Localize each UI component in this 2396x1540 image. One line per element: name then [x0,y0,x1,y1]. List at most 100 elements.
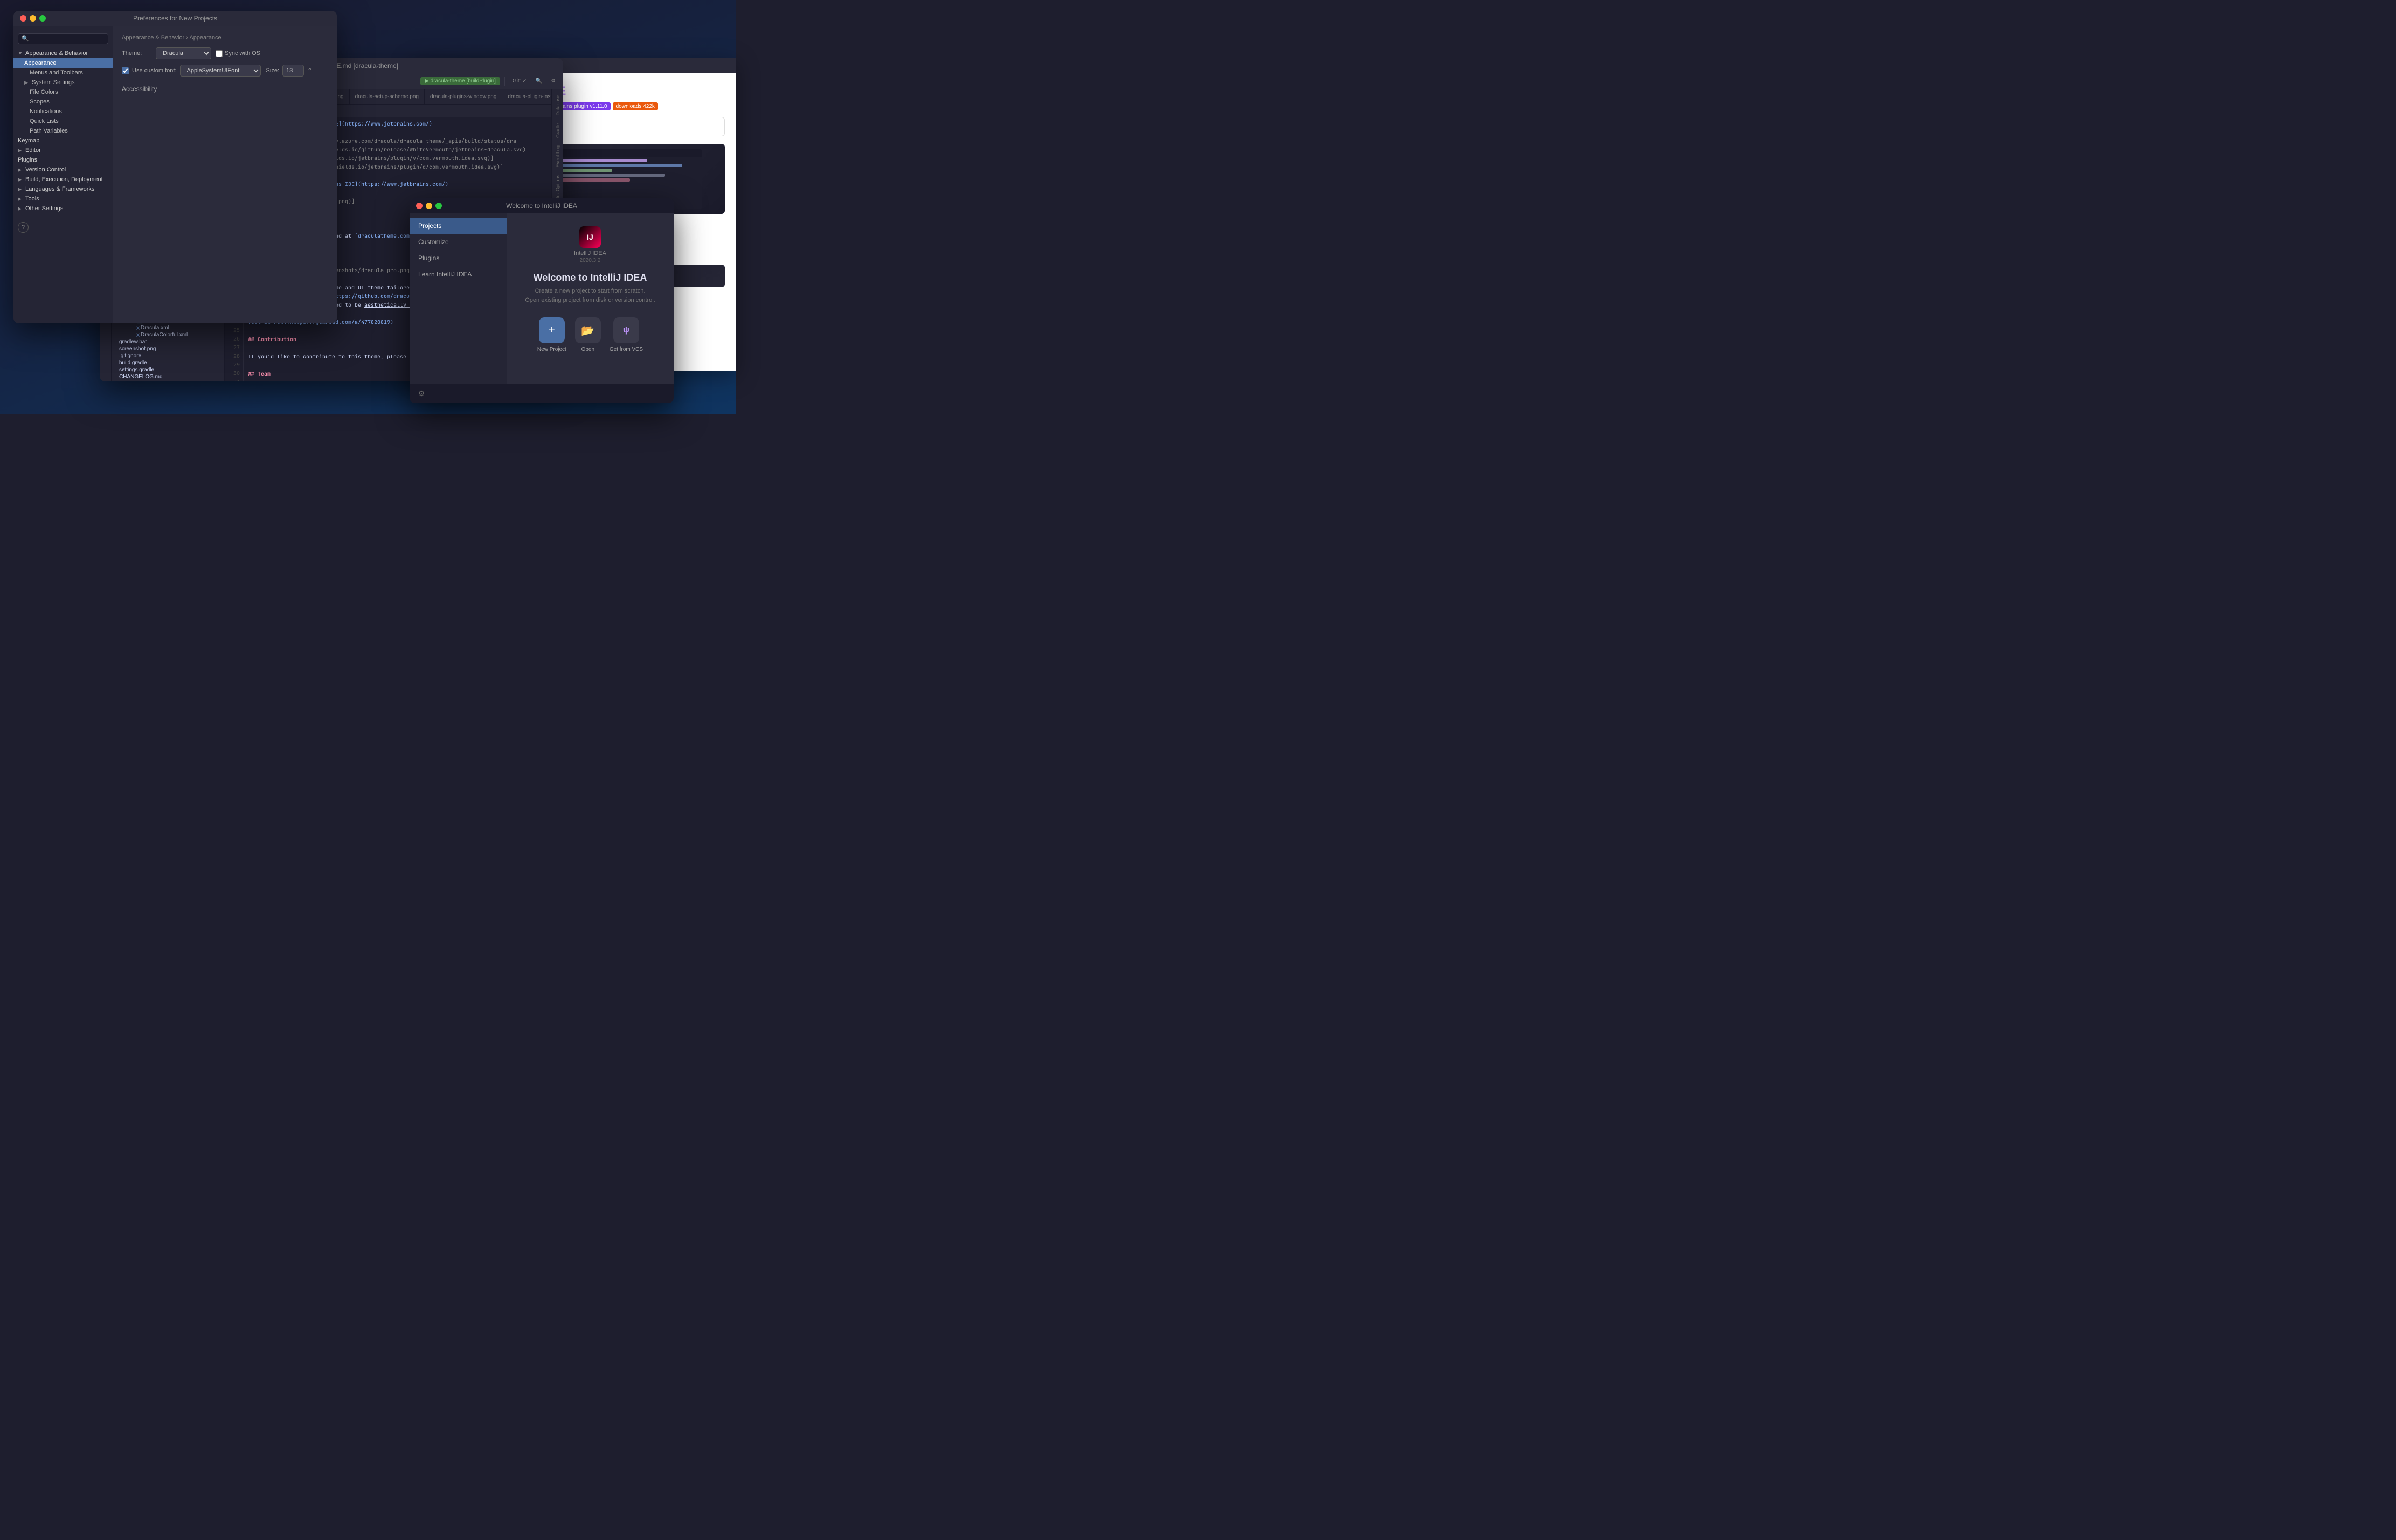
welcome-close[interactable] [416,203,423,209]
tree-gradlew-bat[interactable]: gradlew.bat [112,338,224,345]
sidebar-item-notifications[interactable]: Notifications [13,107,113,116]
help-button[interactable]: ? [18,222,29,233]
sidebar-item-plugins[interactable]: Plugins [13,155,113,165]
tree-changelog[interactable]: CHANGELOG.md [112,373,224,380]
sidebar-item-label: Customize [418,238,449,246]
run-button[interactable]: ▶ dracula-theme [buildPlugin] [420,77,500,85]
font-select[interactable]: AppleSystemUIFont [180,65,261,77]
sidebar-item-other-settings[interactable]: ▶ Other Settings [13,204,113,213]
chevron-icon: ▶ [18,206,23,211]
sidebar-item-label: Appearance [24,60,56,66]
logo-text: IJ [587,233,593,241]
sidebar-item-label: Editor [25,147,41,154]
welcome-sidebar-projects[interactable]: Projects [410,218,507,234]
toolbar-search-btn[interactable]: 🔍 [532,77,545,85]
tree-label: screenshot.png [119,346,156,352]
welcome-app-version: 2020.3.2 [580,258,601,263]
sidebar-item-keymap[interactable]: Keymap [13,136,113,145]
sidebar-item-file-colors[interactable]: File Colors [13,87,113,97]
tree-settings-gradle[interactable]: settings.gradle [112,366,224,373]
chevron-down-icon: ▼ [18,51,23,56]
welcome-main-subtitle: Create a new project to start from scrat… [525,287,655,304]
tree-contributing[interactable]: CONTRIBUTING.md [112,380,224,381]
welcome-titlebar: Welcome to IntelliJ IDEA [410,198,674,213]
sidebar-item-path-variables[interactable]: Path Variables [13,126,113,136]
sidebar-item-build-execution[interactable]: ▶ Build, Execution, Deployment [13,175,113,184]
maximize-button[interactable] [39,15,46,22]
font-size-input[interactable] [282,65,304,77]
welcome-maximize[interactable] [435,203,442,209]
chevron-icon: ▶ [24,80,30,85]
new-project-action[interactable]: + New Project [537,317,566,352]
tree-gitignore[interactable]: .gitignore [112,352,224,359]
traffic-lights [20,15,46,22]
close-button[interactable] [20,15,26,22]
sidebar-item-quick-lists[interactable]: Quick Lists [13,116,113,126]
tree-label: build.gradle [119,360,147,366]
tree-label: Dracula.xml [141,325,169,331]
sidebar-item-languages[interactable]: ▶ Languages & Frameworks [13,184,113,194]
welcome-minimize[interactable] [426,203,432,209]
prefs-content: Appearance & Behavior › Appearance Theme… [113,26,337,323]
vcs-download-icon: ψ [623,325,629,335]
sync-os-label: Sync with OS [216,50,260,57]
welcome-sidebar-plugins[interactable]: Plugins [410,250,507,266]
welcome-sidebar-learn[interactable]: Learn IntelliJ IDEA [410,266,507,282]
toolbar-settings-btn[interactable]: ⚙ [548,77,559,85]
sidebar-item-scopes[interactable]: Scopes [13,97,113,107]
welcome-sidebar-customize[interactable]: Customize [410,234,507,250]
theme-row: Theme: Dracula IntelliJ Light High contr… [122,47,328,59]
event-log-tab[interactable]: Event Log [554,142,562,171]
xml-icon: X [136,325,140,331]
gradle-tab[interactable]: Gradle [554,120,562,141]
git-label[interactable]: Git: ✓ [509,77,530,85]
welcome-traffic-lights [416,203,442,209]
prefs-body: ▼ Appearance & Behavior Appearance Menus… [13,26,337,323]
tree-screenshot[interactable]: screenshot.png [112,345,224,352]
sync-os-text: Sync with OS [225,50,260,57]
chevron-icon: ▶ [18,167,23,172]
tab-label: dracula-plugin-install.png [508,94,551,100]
tab-label: dracula-plugins-window.png [430,94,496,100]
sidebar-item-label: Learn IntelliJ IDEA [418,270,472,278]
sidebar-group-appearance-behavior[interactable]: ▼ Appearance & Behavior [13,48,113,58]
custom-font-checkbox[interactable] [122,67,129,74]
sidebar-item-label: Menus and Toolbars [30,70,83,76]
sidebar-item-tools[interactable]: ▶ Tools [13,194,113,204]
tab-plugins[interactable]: dracula-plugins-window.png [425,89,502,105]
welcome-window: Welcome to IntelliJ IDEA Projects Custom… [410,198,674,403]
theme-label: Theme: [122,50,151,57]
sync-os-checkbox[interactable] [216,50,223,57]
tab-label: dracula-setup-scheme.png [355,94,419,100]
tree-label: CHANGELOG.md [119,374,163,380]
theme-select[interactable]: Dracula IntelliJ Light High contrast [156,47,211,59]
breadcrumb: Appearance & Behavior › Appearance [122,34,328,41]
prefs-search-input[interactable] [18,33,108,44]
tab-setup-scheme[interactable]: dracula-setup-scheme.png [350,89,425,105]
sidebar-item-system-settings[interactable]: ▶ System Settings [13,78,113,87]
open-label: Open [581,346,594,352]
database-tab[interactable]: Database [554,92,562,119]
tab-install[interactable]: dracula-plugin-install.png [502,89,551,105]
vcs-action[interactable]: ψ Get from VCS [610,317,643,352]
size-label: Size: [266,67,279,74]
tree-build-gradle[interactable]: build.gradle [112,359,224,366]
open-action[interactable]: 📂 Open [575,317,601,352]
sidebar-item-menus-toolbars[interactable]: Menus and Toolbars [13,68,113,78]
prefs-title: Preferences for New Projects [133,15,217,22]
chevron-icon: ▶ [18,196,23,202]
sidebar-item-editor[interactable]: ▶ Editor [13,145,113,155]
sidebar-item-label: Version Control [25,167,66,173]
tree-dracula-colorful-xml[interactable]: X DraculaColorful.xml [112,331,224,338]
sidebar-item-appearance[interactable]: Appearance [13,58,113,68]
settings-gear-button[interactable]: ⚙ [416,388,427,399]
tree-dracula-xml[interactable]: X Dracula.xml [112,324,224,331]
size-stepper[interactable]: ⌃ [307,67,313,74]
xml-icon: X [136,332,140,338]
prefs-sidebar: ▼ Appearance & Behavior Appearance Menus… [13,26,113,323]
sidebar-item-label: Projects [418,222,441,230]
minimize-button[interactable] [30,15,36,22]
welcome-actions: + New Project 📂 Open ψ Get from VCS [537,317,643,352]
sidebar-item-version-control[interactable]: ▶ Version Control [13,165,113,175]
badge-downloads: downloads 422k [613,102,658,110]
